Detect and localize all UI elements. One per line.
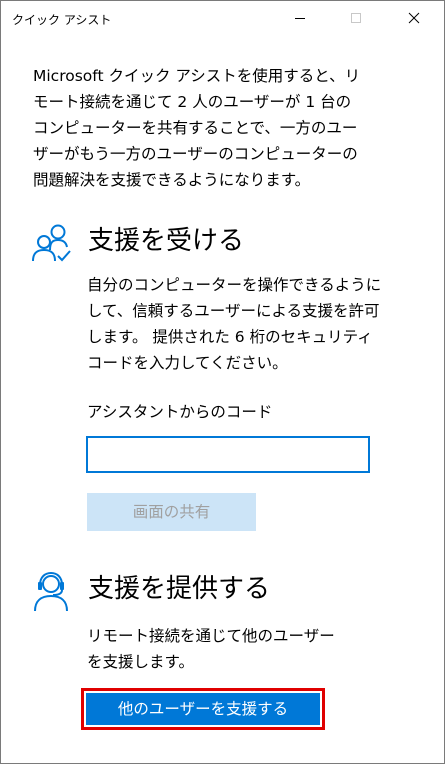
share-screen-button[interactable]: 画面の共有 <box>87 493 256 531</box>
close-button[interactable] <box>391 1 437 35</box>
close-icon <box>408 12 420 24</box>
give-description: リモート接続を通じて他のユーザー を支援します。 <box>87 623 387 675</box>
code-input[interactable] <box>86 436 370 473</box>
people-check-icon <box>32 224 71 262</box>
quick-assist-window: クイック アシスト Microsoft クイック アシストを使用すると、リ モー… <box>0 0 445 764</box>
headset-person-icon <box>34 571 68 612</box>
intro-line: モート接続を通じて 2 人のユーザーが 1 台の <box>33 93 352 111</box>
give-description-line: リモート接続を通じて他のユーザー <box>87 627 335 645</box>
receive-description-line: して、信頼するユーザーによる支援を許可 <box>87 302 380 320</box>
intro-line: Microsoft クイック アシストを使用すると、リ <box>33 67 361 85</box>
give-heading: 支援を提供する <box>88 574 271 604</box>
title-bar[interactable]: クイック アシスト <box>1 1 444 38</box>
give-description-line: を支援します。 <box>87 653 194 671</box>
intro-line: 問題解決を支援できるようになります。 <box>33 171 311 189</box>
assist-another-person-button[interactable]: 他のユーザーを支援する <box>86 693 320 725</box>
minimize-button[interactable] <box>277 1 323 35</box>
code-label: アシスタントからのコード <box>87 403 273 421</box>
minimize-icon <box>295 18 305 19</box>
maximize-icon <box>351 13 361 23</box>
receive-description: 自分のコンピューターを操作できるように して、信頼するユーザーによる支援を許可 … <box>87 272 407 376</box>
intro-text: Microsoft クイック アシストを使用すると、リ モート接続を通じて 2 … <box>33 63 423 193</box>
maximize-button <box>333 1 379 35</box>
intro-line: ザーがもう一方のユーザーのコンピューターの <box>33 145 358 163</box>
intro-line: コンピューターを共有することで、一方のユー <box>33 119 358 137</box>
receive-heading: 支援を受ける <box>88 226 245 256</box>
window-title: クイック アシスト <box>12 13 112 27</box>
receive-description-line: 自分のコンピューターを操作できるように <box>87 276 382 294</box>
receive-description-line: コードを入力してください。 <box>87 354 288 372</box>
receive-description-line: します。 提供された 6 桁のセキュリティ <box>87 328 373 346</box>
